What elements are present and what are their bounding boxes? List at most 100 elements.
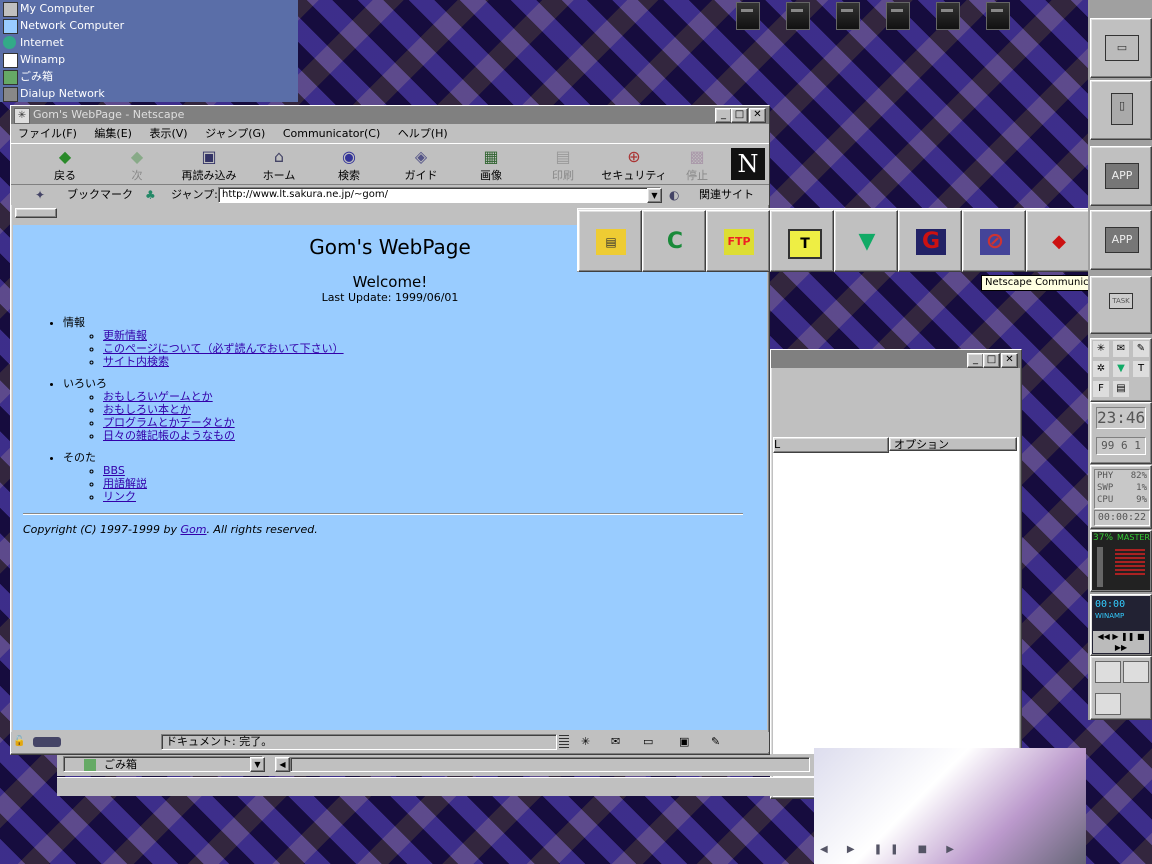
volume-slider[interactable]: [1097, 547, 1103, 587]
menu-view[interactable]: 表示(V): [149, 127, 187, 140]
menu-edit[interactable]: 編集(E): [94, 127, 132, 140]
toolbar-grip[interactable]: [15, 208, 57, 218]
dock-task[interactable]: TASK: [1090, 276, 1152, 334]
link-bbs[interactable]: BBS: [103, 464, 125, 477]
link-glossary[interactable]: 用語解説: [103, 477, 147, 490]
images-button[interactable]: ▦ 画像: [461, 146, 521, 183]
winamp-controls[interactable]: ◀◀ ▶ ❚❚ ■ ▶▶: [1093, 631, 1149, 653]
launcher-game[interactable]: ◆: [1026, 210, 1090, 272]
winamp-label: WINAMP: [1095, 612, 1125, 620]
search-icon: ◉: [342, 147, 356, 166]
reload-button[interactable]: ▣ 再読み込み: [175, 146, 243, 183]
scroll-left-button[interactable]: ◀: [275, 757, 290, 772]
dock-app-2[interactable]: APP: [1090, 210, 1152, 270]
virtual-desktop-pager[interactable]: [1090, 656, 1152, 720]
link-diary[interactable]: 日々の雑記帳のようなもの: [103, 429, 235, 442]
launcher-terminal[interactable]: T: [770, 210, 834, 272]
maximize-button[interactable]: □: [983, 353, 1000, 368]
desktop-item-winamp[interactable]: Winamp: [0, 51, 298, 68]
bookmarks-button[interactable]: ブックマーク: [67, 185, 133, 205]
discussions-icon[interactable]: ▭: [643, 735, 663, 749]
close-button[interactable]: ✕: [1001, 353, 1018, 368]
winamp-icon: [3, 53, 18, 68]
menu-help[interactable]: ヘルプ(H): [398, 127, 448, 140]
menu-file[interactable]: ファイル(F): [18, 127, 77, 140]
jump-label: ジャンプ:: [171, 188, 218, 201]
stop-button[interactable]: ▩ 停止: [675, 146, 719, 183]
dock-door[interactable]: ▯: [1090, 80, 1152, 140]
mail-icon[interactable]: ✉: [611, 735, 631, 749]
column-header-option[interactable]: オプション: [889, 437, 1017, 451]
netscape-throbber-icon[interactable]: N: [731, 148, 765, 180]
maximize-button[interactable]: □: [731, 108, 748, 123]
horizontal-scrollbar[interactable]: [290, 757, 810, 772]
launcher-file-manager[interactable]: ▤: [578, 210, 642, 272]
back-button[interactable]: ◆ 戻る: [35, 146, 95, 183]
app-launcher-bar: ▤ C FTP T ▼ G ⊘ ◆: [577, 208, 1091, 272]
guide-button[interactable]: ◈ ガイド: [391, 146, 451, 183]
link-about-page[interactable]: このページについて（必ず読んでおいて下さい）: [103, 342, 344, 355]
pencil-icon[interactable]: ✎: [1133, 341, 1149, 357]
link-site-search[interactable]: サイト内検索: [103, 355, 169, 368]
related-sites-icon: ◐: [669, 188, 680, 202]
folder-icon[interactable]: ▤: [1113, 381, 1129, 397]
link-books[interactable]: おもしろい本とか: [103, 403, 191, 416]
desktop-item-network-computer[interactable]: Network Computer: [0, 17, 298, 34]
desktop-item-dialup[interactable]: Dialup Network: [0, 85, 298, 102]
minimize-button[interactable]: _: [967, 353, 984, 368]
door-icon: ▯: [1111, 93, 1133, 125]
launcher-c-app[interactable]: C: [642, 210, 706, 272]
url-input[interactable]: http://www.lt.sakura.ne.jp/~gom/: [218, 187, 661, 203]
launcher-ftp[interactable]: FTP: [706, 210, 770, 272]
connection-icon: [33, 737, 61, 747]
gear-icon[interactable]: ✲: [1093, 361, 1109, 377]
desktop-2[interactable]: [1123, 661, 1149, 683]
link-links[interactable]: リンク: [103, 490, 136, 503]
desktop-3[interactable]: [1095, 693, 1121, 715]
close-button[interactable]: ✕: [749, 108, 766, 123]
desktop-item-recycle-bin[interactable]: ごみ箱: [0, 68, 298, 85]
link-games[interactable]: おもしろいゲームとか: [103, 390, 213, 403]
minimize-button[interactable]: _: [715, 108, 732, 123]
url-dropdown-button[interactable]: ▼: [647, 188, 662, 203]
network-icon: [3, 19, 18, 34]
composer-icon[interactable]: ▣: [679, 735, 695, 749]
desktop-item-my-computer[interactable]: My Computer: [0, 0, 298, 17]
security-lock-icon[interactable]: 🔓: [13, 736, 27, 748]
winamp-icon[interactable]: ▼: [1113, 361, 1129, 377]
menu-communicator[interactable]: Communicator(C): [283, 127, 380, 140]
launcher-g-app[interactable]: G: [898, 210, 962, 272]
edit-icon[interactable]: ✎: [711, 735, 731, 749]
launcher-netscape[interactable]: ⊘: [962, 210, 1026, 272]
mail-icon[interactable]: ✉: [1113, 341, 1129, 357]
menu-go[interactable]: ジャンプ(G): [205, 127, 265, 140]
server-icon: [986, 2, 1010, 30]
forward-button[interactable]: ◆ 次: [107, 146, 167, 183]
link-programs[interactable]: プログラムとかデータとか: [103, 416, 235, 429]
author-link[interactable]: Gom: [180, 523, 206, 536]
netscape-window[interactable]: ✳ Gom's WebPage - Netscape _ □ ✕ ファイル(F)…: [10, 105, 770, 755]
security-button[interactable]: ⊕ セキュリティ: [599, 146, 669, 183]
media-controls[interactable]: ◀ ▶ ❚❚ ■ ▶: [820, 844, 970, 858]
related-sites-button[interactable]: 関連サイト: [699, 185, 754, 205]
netscape-icon[interactable]: ✳: [1093, 341, 1109, 357]
desktop-1[interactable]: [1095, 661, 1121, 683]
file-list[interactable]: L オプション: [773, 437, 1019, 797]
launcher-winamp[interactable]: ▼: [834, 210, 898, 272]
ftp-icon[interactable]: F: [1093, 381, 1109, 397]
home-button[interactable]: ⌂ ホーム: [249, 146, 309, 183]
navigator-icon[interactable]: ✳: [581, 735, 597, 749]
link-updates[interactable]: 更新情報: [103, 329, 147, 342]
column-header-l[interactable]: L: [773, 437, 889, 453]
print-button[interactable]: ▤ 印刷: [533, 146, 593, 183]
dock-my-computer[interactable]: ▭: [1090, 18, 1152, 78]
address-combo[interactable]: ごみ箱: [63, 756, 263, 772]
address-dropdown-button[interactable]: ▼: [250, 757, 265, 772]
netscape-titlebar[interactable]: ✳ Gom's WebPage - Netscape _ □ ✕: [11, 106, 769, 124]
search-button[interactable]: ◉ 検索: [319, 146, 379, 183]
dock-app-1[interactable]: APP: [1090, 146, 1152, 206]
media-player-skin[interactable]: ◀ ▶ ❚❚ ■ ▶: [814, 748, 1086, 864]
explorer-window[interactable]: _ □ ✕ L オプション: [770, 349, 1022, 799]
terminal-icon[interactable]: T: [1133, 361, 1149, 377]
desktop-item-internet[interactable]: Internet: [0, 34, 298, 51]
